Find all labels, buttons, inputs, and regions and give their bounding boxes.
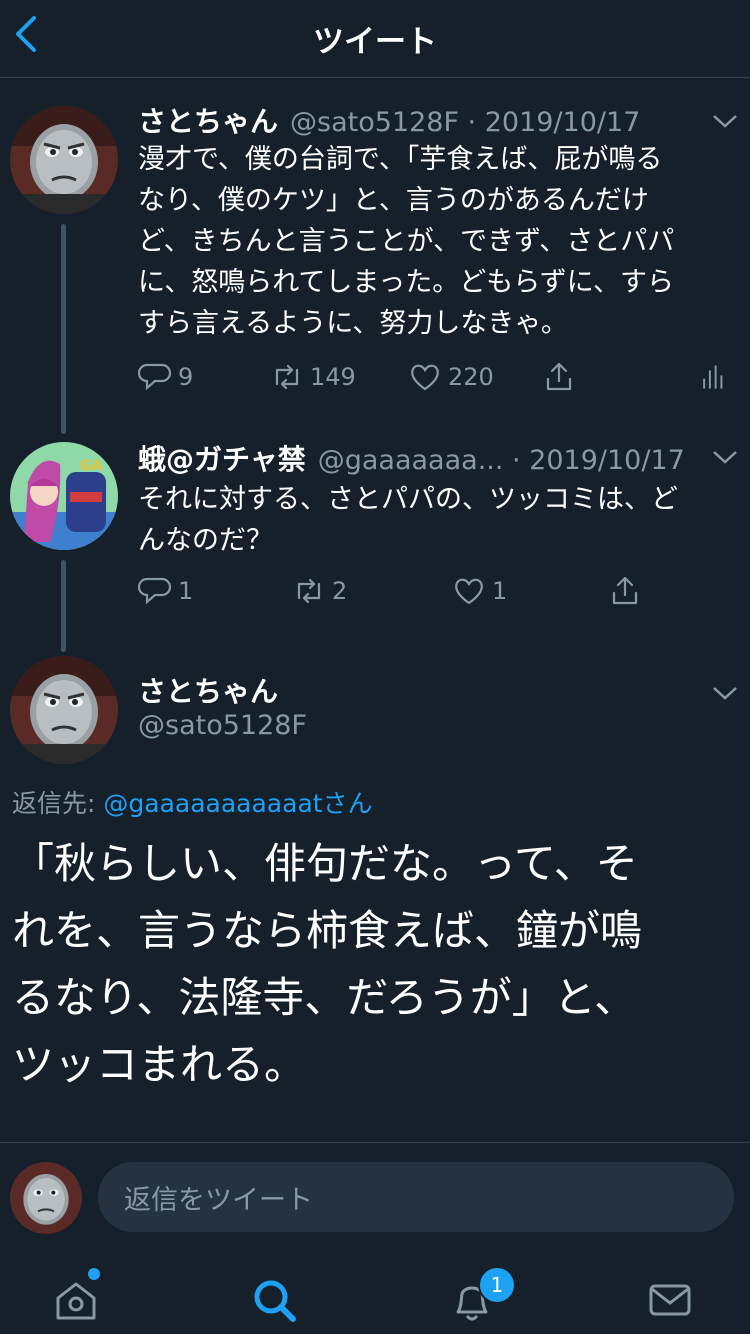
tweet-text: それに対する、さとパパの、ツッコミは、ど んなのだ？: [138, 479, 738, 561]
tweet-line: 漫才で、僕の台詞で、「芋食えば、屁が鳴る: [138, 144, 663, 175]
home-icon: [56, 1282, 96, 1320]
retweet-icon: [275, 364, 299, 390]
page-title: ツイート: [313, 24, 437, 60]
tweet-header: さとちゃん @sato5128F · 2019/10/17: [138, 100, 640, 140]
reply-icon: [138, 363, 172, 391]
avatar[interactable]: [10, 106, 118, 214]
retweet-icon: [297, 578, 321, 604]
reply-to-prefix: 返信先:: [12, 789, 104, 818]
chevron-down-icon[interactable]: [712, 112, 738, 130]
chevron-down-icon[interactable]: [712, 448, 738, 466]
search-icon: [254, 1280, 296, 1322]
tab-messages[interactable]: [646, 1276, 694, 1328]
like-button[interactable]: 220: [408, 360, 494, 394]
home-new-dot: [88, 1268, 100, 1280]
heart-icon: [455, 578, 483, 605]
thread-line: [61, 560, 66, 652]
reply-compose-placeholder: 返信をツイート: [124, 1185, 313, 1216]
tweet-line: なり、僕のケツ」と、言うのがあるんだけ: [138, 185, 649, 216]
reply-count: 9: [178, 363, 194, 391]
handle[interactable]: @sato5128F: [138, 710, 307, 741]
tab-search[interactable]: [250, 1276, 298, 1328]
tweet-line: れを、言うなら柿食えば、鐘が鳴: [12, 906, 643, 955]
analytics-icon: [703, 365, 723, 389]
avatar: [10, 1162, 82, 1234]
display-name[interactable]: さとちゃん: [138, 670, 278, 710]
tweet-header: 蛾@ガチャ禁 @gaaaaaaa... · 2019/10/17: [138, 438, 685, 478]
reply-count: 1: [178, 577, 194, 605]
tweet-line: それに対する、さとパパの、ツッコミは、ど: [138, 484, 678, 515]
reply-to-suffix: さん: [322, 789, 373, 818]
reply-to-link[interactable]: @gaaaaaaaaaaat: [103, 789, 322, 818]
tweet-line: に、怒鳴られてしまった。どもらずに、すら: [138, 267, 674, 298]
tweet-line: 「秋らしい、俳句だな。って、そ: [12, 839, 638, 888]
tab-home[interactable]: [52, 1276, 100, 1328]
chevron-down-icon[interactable]: [712, 684, 738, 702]
mail-icon: [649, 1284, 691, 1316]
like-count: 1: [492, 577, 508, 605]
share-button[interactable]: [542, 360, 576, 394]
tweet-line: ツッコまれる。: [12, 1040, 307, 1089]
display-name[interactable]: さとちゃん: [138, 100, 278, 140]
thread-line: [61, 224, 66, 434]
retweet-count: 149: [310, 363, 356, 391]
tweet-line: んなのだ？: [138, 525, 273, 556]
reply-to-line: 返信先: @gaaaaaaaaaaatさん: [12, 784, 373, 820]
avatar[interactable]: GA: [10, 442, 118, 550]
share-icon: [546, 362, 572, 391]
divider: [0, 1142, 750, 1143]
reply-icon: [138, 577, 172, 605]
reply-button[interactable]: 9: [138, 360, 193, 394]
tweet-line: ど、きちんと言うことが、できず、さとパパ: [138, 226, 675, 257]
handle-date: @gaaaaaaa... · 2019/10/17: [317, 445, 685, 476]
svg-text:GA: GA: [80, 458, 102, 474]
like-count: 220: [448, 363, 494, 391]
retweet-button[interactable]: 149: [270, 360, 356, 394]
handle-date: @sato5128F · 2019/10/17: [290, 107, 641, 138]
like-button[interactable]: 1: [452, 574, 507, 608]
retweet-count: 2: [332, 577, 348, 605]
tweet-line: るなり、法隆寺、だろうが」と、: [12, 973, 637, 1022]
reply-button[interactable]: 1: [138, 574, 193, 608]
main-tweet-text: 「秋らしい、俳句だな。って、そ れを、言うなら柿食えば、鐘が鳴 るなり、法隆寺、…: [12, 830, 742, 1098]
share-button[interactable]: [608, 574, 642, 608]
analytics-button[interactable]: [700, 360, 728, 394]
tweet-text: 漫才で、僕の台詞で、「芋食えば、屁が鳴る なり、僕のケツ」と、言うのがあるんだけ…: [138, 139, 738, 344]
heart-icon: [411, 364, 439, 391]
tweet-line: すら言えるように、努力しなきゃ。: [138, 308, 568, 339]
display-name[interactable]: 蛾@ガチャ禁: [138, 438, 306, 478]
notifications-badge: 1: [478, 1266, 516, 1304]
retweet-button[interactable]: 2: [292, 574, 347, 608]
share-icon: [612, 576, 638, 605]
avatar[interactable]: [10, 656, 118, 764]
